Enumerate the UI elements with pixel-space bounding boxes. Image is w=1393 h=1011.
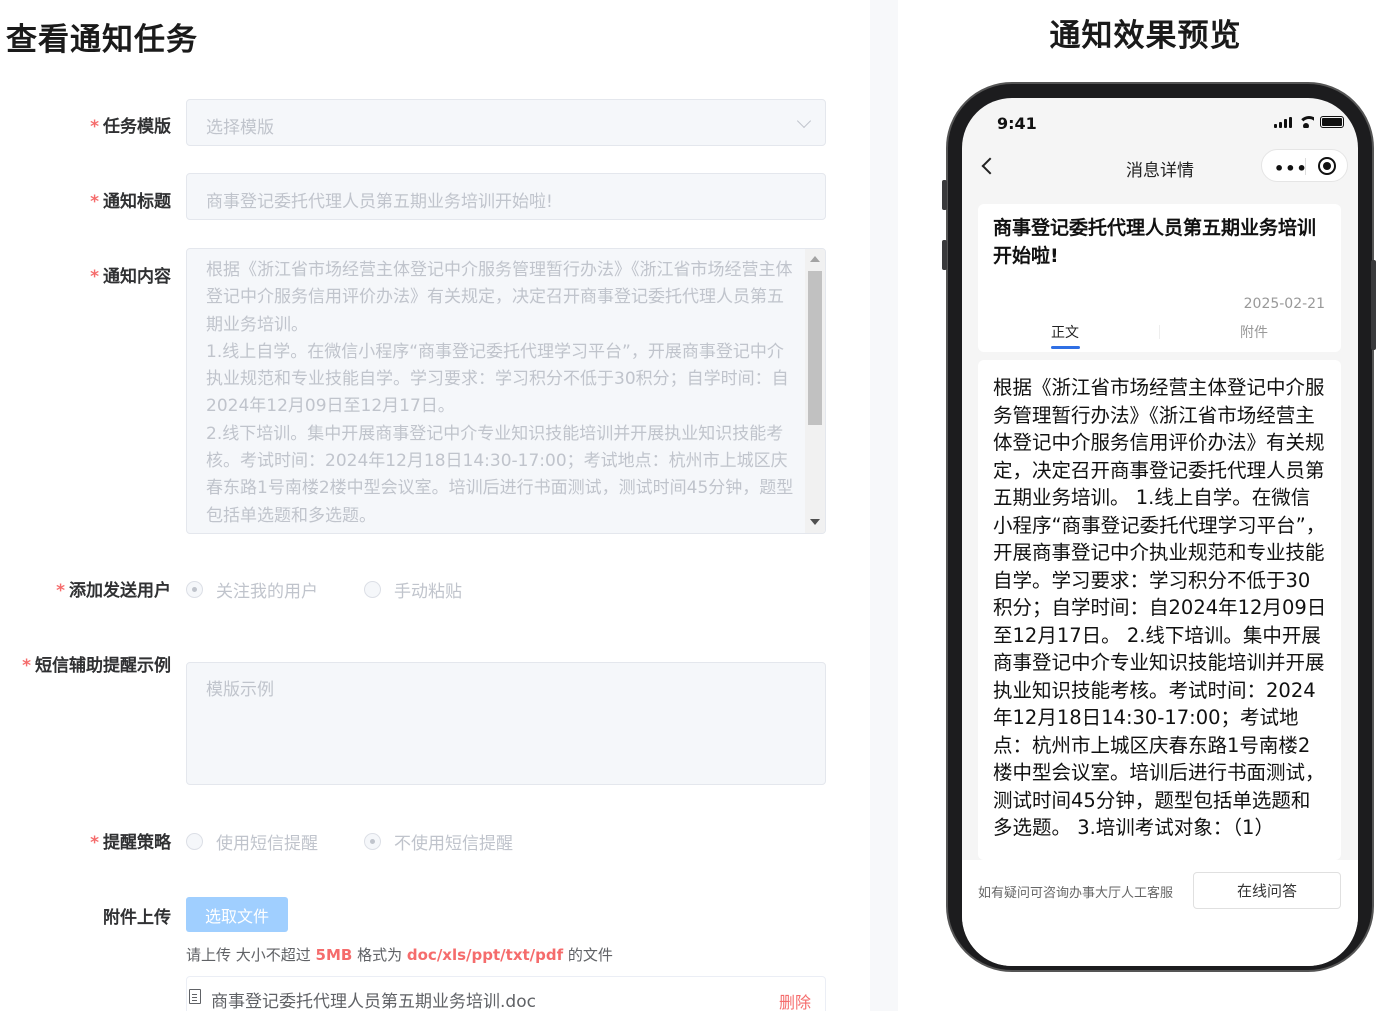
message-header-card: 商事登记委托代理人员第五期业务培训开始啦! 2025-02-21 正文 附件 bbox=[978, 204, 1341, 352]
reminder-label-text: 提醒策略 bbox=[103, 833, 171, 853]
status-time: 9:41 bbox=[997, 114, 1037, 133]
preview-title: 通知效果预览 bbox=[1049, 18, 1242, 54]
phone-side-button bbox=[942, 180, 947, 210]
required-star: * bbox=[90, 267, 99, 287]
content-scrollbar[interactable] bbox=[805, 249, 825, 533]
radio-circle-checked bbox=[186, 581, 203, 598]
message-body: 根据《浙江省市场经营主体登记中介服务管理暂行办法》《浙江省市场经营主体登记中介服… bbox=[993, 376, 1327, 839]
message-date: 2025-02-21 bbox=[1243, 296, 1325, 312]
content-value: 根据《浙江省市场经营主体登记中介服务管理暂行办法》《浙江省市场经营主体登记中介服… bbox=[206, 260, 794, 533]
upload-tip-suffix: 的文件 bbox=[563, 946, 613, 964]
phone-side-button bbox=[942, 240, 947, 270]
upload-tip-mid: 格式为 bbox=[352, 946, 407, 964]
radio-follow-users-label: 关注我的用户 bbox=[216, 582, 318, 602]
required-star: * bbox=[22, 656, 31, 676]
radio-manual-paste[interactable]: 手动粘贴 bbox=[364, 577, 462, 602]
notify-title-label: * 通知标题 bbox=[90, 187, 171, 212]
radio-use-sms-label: 使用短信提醒 bbox=[216, 834, 318, 854]
tab-attachment[interactable]: 附件 bbox=[1240, 322, 1268, 342]
wifi-icon bbox=[1298, 116, 1314, 128]
online-qa-button[interactable]: 在线问答 bbox=[1193, 872, 1341, 909]
miniprogram-capsule: ••• bbox=[1261, 149, 1348, 182]
document-icon bbox=[189, 989, 201, 1004]
sms-example-label: * 短信辅助提醒示例 bbox=[22, 651, 171, 676]
phone-screen: 9:41 消息详情 ••• 商事登记委托代理人员第五期业务培训开始啦! 2025… bbox=[962, 98, 1358, 966]
phone-side-button bbox=[1371, 260, 1376, 350]
upload-tip-formats: doc/xls/ppt/txt/pdf bbox=[406, 946, 564, 964]
notify-title-label-text: 通知标题 bbox=[103, 192, 171, 212]
uploaded-file-name[interactable]: 商事登记委托代理人员第五期业务培训.doc bbox=[211, 987, 536, 1011]
upload-tip: 请上传 大小不超过 5MB 格式为 doc/xls/ppt/txt/pdf 的文… bbox=[186, 944, 613, 965]
radio-circle bbox=[186, 833, 203, 850]
radio-circle bbox=[364, 581, 381, 598]
page-root: 查看通知任务 * 任务模版 选择模版 * 通知标题 商事登记委托代理人员第五期业务培… bbox=[0, 0, 1393, 1011]
radio-manual-paste-label: 手动粘贴 bbox=[394, 582, 462, 602]
template-select-placeholder: 选择模版 bbox=[206, 118, 274, 138]
sms-example-placeholder: 模版示例 bbox=[206, 680, 274, 700]
required-star: * bbox=[90, 833, 99, 853]
message-title: 商事登记委托代理人员第五期业务培训开始啦! bbox=[993, 217, 1317, 267]
chevron-down-icon bbox=[796, 113, 812, 129]
uploaded-file-item: 商事登记委托代理人员第五期业务培训.doc 删除 bbox=[186, 976, 826, 1011]
notify-title-input[interactable]: 商事登记委托代理人员第五期业务培训开始啦! bbox=[186, 173, 826, 220]
sms-example-label-text: 短信辅助提醒示例 bbox=[35, 656, 171, 676]
content-label: * 通知内容 bbox=[90, 262, 171, 287]
required-star: * bbox=[90, 117, 99, 137]
reminder-label: * 提醒策略 bbox=[90, 828, 171, 853]
content-textarea[interactable]: 根据《浙江省市场经营主体登记中介服务管理暂行办法》《浙江省市场经营主体登记中介服… bbox=[186, 248, 826, 534]
scroll-down-arrow-icon[interactable] bbox=[810, 519, 820, 525]
panel-divider bbox=[870, 0, 898, 1011]
status-icons bbox=[1274, 116, 1344, 128]
select-file-button[interactable]: 选取文件 bbox=[186, 897, 288, 932]
close-circle-icon[interactable] bbox=[1318, 157, 1336, 175]
template-label: * 任务模版 bbox=[90, 112, 171, 137]
radio-follow-users[interactable]: 关注我的用户 bbox=[186, 577, 318, 602]
message-body-card: 根据《浙江省市场经营主体登记中介服务管理暂行办法》《浙江省市场经营主体登记中介服… bbox=[978, 360, 1341, 860]
required-star: * bbox=[90, 192, 99, 212]
template-label-text: 任务模版 bbox=[103, 117, 171, 137]
upload-tip-size: 5MB bbox=[315, 946, 353, 964]
notify-title-value: 商事登记委托代理人员第五期业务培训开始啦! bbox=[206, 192, 553, 212]
radio-circle-checked bbox=[364, 833, 381, 850]
bottom-bar: 如有疑问可咨询办事大厅人工客服 在线问答 bbox=[962, 860, 1358, 966]
more-dots-icon[interactable]: ••• bbox=[1274, 159, 1308, 178]
sms-example-textarea[interactable]: 模版示例 bbox=[186, 662, 826, 785]
template-select[interactable]: 选择模版 bbox=[186, 99, 826, 146]
page-title: 查看通知任务 bbox=[6, 22, 198, 58]
content-label-text: 通知内容 bbox=[103, 267, 171, 287]
required-star: * bbox=[56, 581, 65, 601]
upload-tip-prefix: 请上传 大小不超过 bbox=[186, 946, 316, 964]
tab-body[interactable]: 正文 bbox=[1051, 322, 1080, 349]
battery-icon bbox=[1320, 116, 1344, 128]
send-users-label: * 添加发送用户 bbox=[56, 576, 171, 601]
scroll-up-arrow-icon[interactable] bbox=[810, 256, 820, 262]
scroll-thumb[interactable] bbox=[808, 271, 822, 425]
attachment-label: 附件上传 bbox=[103, 908, 171, 928]
tab-divider bbox=[1159, 325, 1160, 339]
delete-file-link[interactable]: 删除 bbox=[779, 989, 811, 1011]
help-hint: 如有疑问可咨询办事大厅人工客服 bbox=[978, 886, 1174, 901]
send-users-label-text: 添加发送用户 bbox=[69, 581, 171, 601]
radio-use-sms[interactable]: 使用短信提醒 bbox=[186, 829, 318, 854]
capsule-divider bbox=[1305, 158, 1306, 175]
signal-icon bbox=[1274, 117, 1292, 128]
radio-no-sms[interactable]: 不使用短信提醒 bbox=[364, 829, 513, 854]
radio-no-sms-label: 不使用短信提醒 bbox=[394, 834, 513, 854]
